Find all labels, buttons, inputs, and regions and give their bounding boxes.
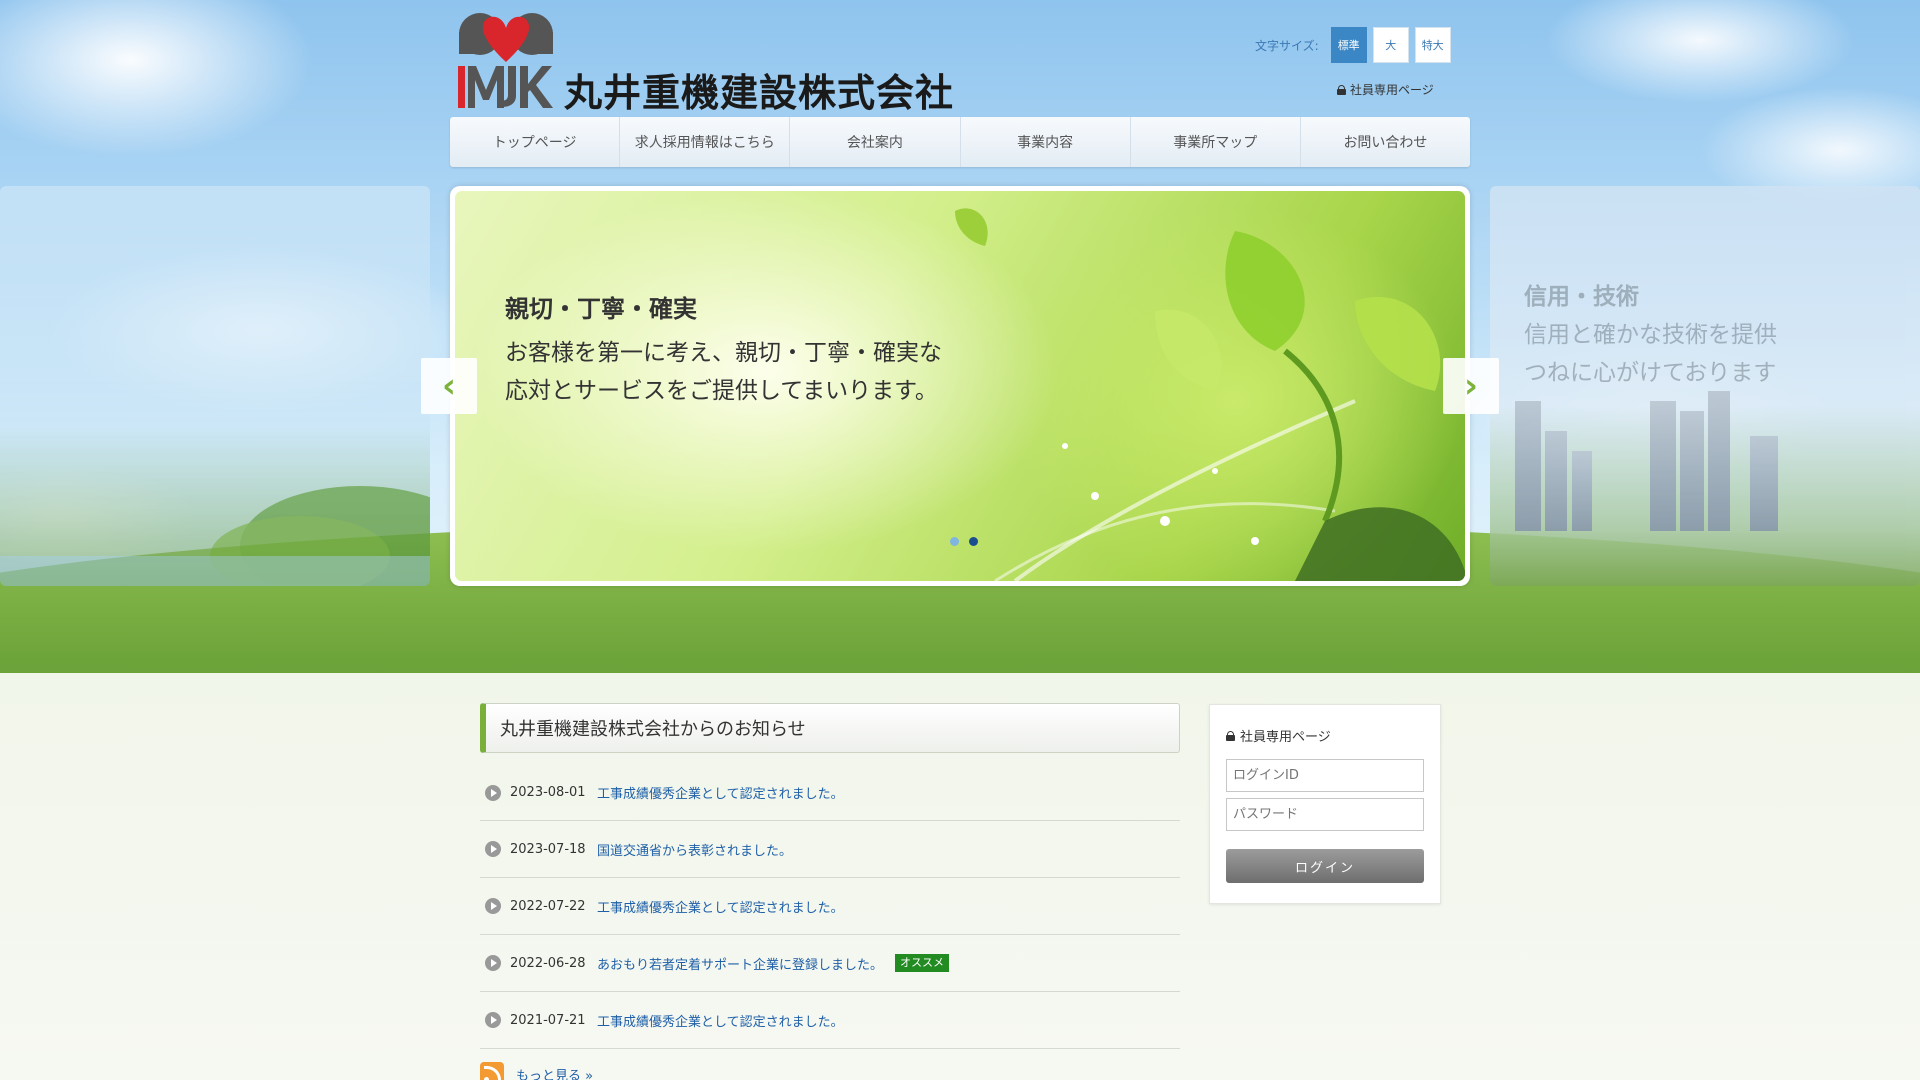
building-shape [1572,451,1592,531]
news-title-link[interactable]: 国道交通省から表彰されました。 [597,840,792,859]
next-slide-line: 信用と確かな技術を提供 [1524,322,1777,348]
play-bullet-icon [485,1012,501,1028]
slider-prev-arrow-icon[interactable]: ‹ [421,358,477,414]
play-bullet-icon [485,955,501,971]
nav-item-contact[interactable]: お問い合わせ [1301,117,1470,167]
news-title-link[interactable]: 工事成績優秀企業として認定されました。 [597,1011,844,1030]
lock-icon [1337,84,1346,95]
news-item: 2022-06-28 あおもり若者定着サポート企業に登録しました。 オススメ [480,935,1180,992]
news-item: 2021-07-21 工事成績優秀企業として認定されました。 [480,992,1180,1049]
font-size-standard-button[interactable]: 標準 [1330,27,1367,63]
next-slide-line: つねに心がけております [1524,360,1777,386]
news-date: 2023-07-18 [510,841,586,857]
main-slide-image: 親切・丁寧・確実 お客様を第一に考え、親切・丁寧・確実な 応対とサービスをご提供… [455,191,1465,581]
play-bullet-icon [485,841,501,857]
rss-icon[interactable] [480,1062,504,1080]
company-name: 丸井重機建設株式会社 [564,71,955,115]
nav-item-recruit[interactable]: 求人採用情報はこちら [620,117,791,167]
slider-next-arrow-icon[interactable]: › [1443,358,1499,414]
nav-item-top[interactable]: トップページ [450,117,621,167]
news-date: 2022-06-28 [510,955,586,971]
font-size-label: 文字サイズ: [1255,38,1319,53]
slide-dot-2[interactable] [969,537,978,546]
next-slide-text: 信用・技術 信用と確かな技術を提供 つねに心がけております [1524,278,1777,392]
slide-line: 応対とサービスをご提供してまいります。 [505,378,938,404]
play-bullet-icon [485,784,501,801]
font-size-xlarge-button[interactable]: 特大 [1414,27,1451,63]
news-title-link[interactable]: 工事成績優秀企業として認定されました。 [597,783,844,802]
news-date: 2023-08-01 [510,785,586,800]
slide-pagination [950,537,978,546]
login-button[interactable]: ログイン [1226,849,1424,883]
staff-login-box: 社員専用ページ ログイン [1209,704,1441,904]
news-section: 丸井重機建設株式会社からのお知らせ 2023-08-01 工事成績優秀企業として… [480,703,1180,1049]
font-size-switcher: 文字サイズ: 標準 大 特大 [1255,27,1451,63]
play-bullet-icon [485,898,501,914]
building-shape [1650,401,1676,531]
news-item: 2023-08-01 工事成績優秀企業として認定されました。 [480,753,1180,821]
next-slide-title: 信用・技術 [1524,284,1639,310]
next-slide-preview: 信用・技術 信用と確かな技術を提供 つねに心がけております [1490,186,1920,586]
news-item: 2022-07-22 工事成績優秀企業として認定されました。 [480,878,1180,935]
building-shape [1515,401,1541,531]
news-title-link[interactable]: 工事成績優秀企業として認定されました。 [597,897,844,916]
building-shape [1545,431,1567,531]
previous-slide-preview [0,186,430,586]
staff-page-link[interactable]: 社員専用ページ [1337,81,1434,98]
news-list: 2023-08-01 工事成績優秀企業として認定されました。 2023-07-1… [480,753,1180,1049]
slide-title: 親切・丁寧・確実 [505,295,697,323]
staff-page-link-label: 社員専用ページ [1350,83,1434,97]
more-link[interactable]: もっと見る » [516,1065,593,1080]
login-id-input[interactable] [1226,759,1424,792]
login-title: 社員専用ページ [1226,726,1424,745]
mjk-logo-mark [458,13,553,108]
password-input[interactable] [1226,798,1424,831]
slide-copy: 親切・丁寧・確実 お客様を第一に考え、親切・丁寧・確実な 応対とサービスをご提供… [505,289,942,410]
recommend-badge: オススメ [895,954,950,972]
lock-icon [1226,730,1235,741]
global-nav: トップページ 求人採用情報はこちら 会社案内 事業内容 事業所マップ お問い合わ… [450,117,1470,167]
slide-dot-1[interactable] [950,537,959,546]
building-shape [1680,411,1704,531]
news-heading: 丸井重機建設株式会社からのお知らせ [480,703,1180,753]
slide-line: お客様を第一に考え、親切・丁寧・確実な [505,340,942,366]
news-title-link[interactable]: あおもり若者定着サポート企業に登録しました。 [597,954,883,973]
company-logo[interactable]: 丸井重機建設株式会社 [458,10,953,115]
nav-item-company[interactable]: 会社案内 [790,117,961,167]
login-title-label: 社員専用ページ [1240,730,1331,745]
building-shape [1708,391,1730,531]
news-date: 2021-07-21 [510,1012,586,1028]
news-date: 2022-07-22 [510,898,586,914]
news-more: もっと見る » [480,1062,593,1080]
building-shape [1750,436,1778,531]
nav-item-business[interactable]: 事業内容 [961,117,1131,167]
font-size-large-button[interactable]: 大 [1372,27,1409,63]
news-item: 2023-07-18 国道交通省から表彰されました。 [480,821,1180,878]
forest-illustration [0,486,430,586]
nav-item-office-map[interactable]: 事業所マップ [1131,117,1301,167]
main-slide: 親切・丁寧・確実 お客様を第一に考え、親切・丁寧・確実な 応対とサービスをご提供… [450,186,1470,586]
